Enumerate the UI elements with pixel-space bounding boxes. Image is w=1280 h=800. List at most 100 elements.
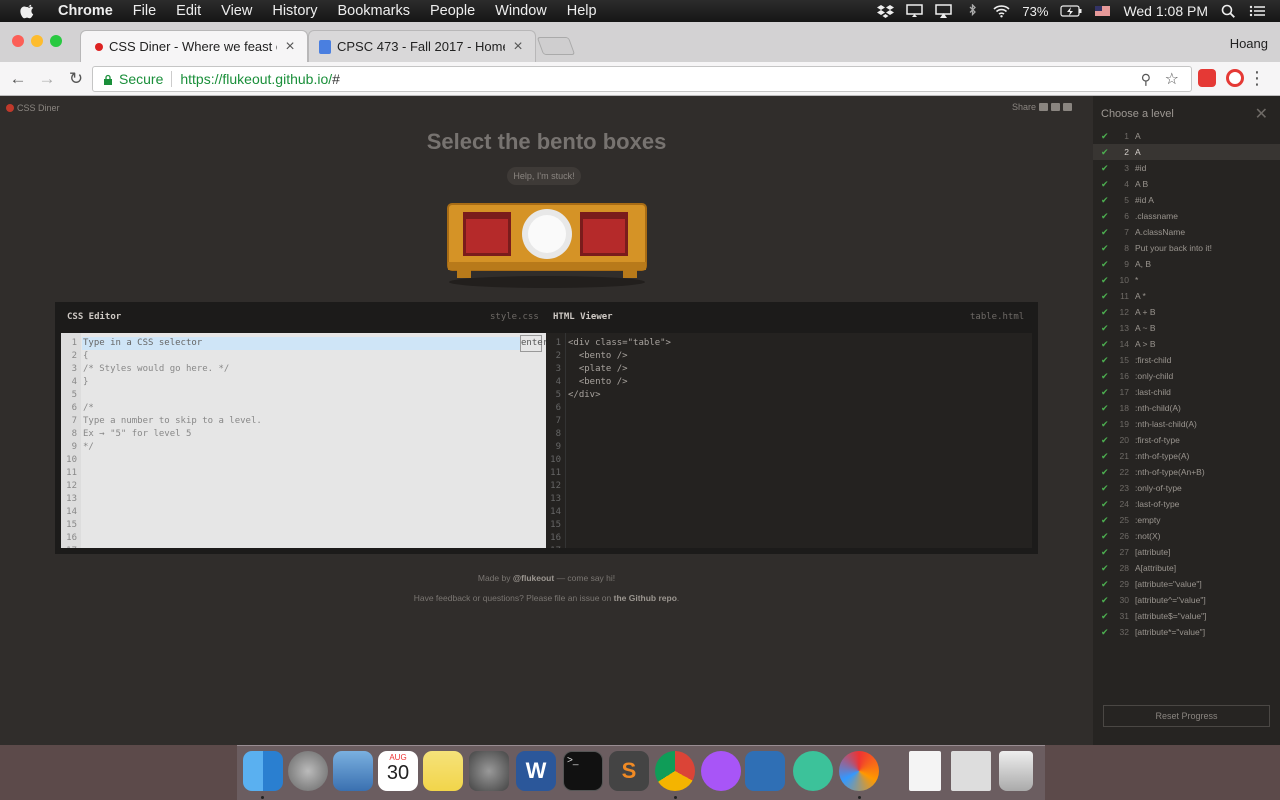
level-item[interactable]: ✔ 6 .classname: [1093, 208, 1280, 224]
dropbox-icon[interactable]: [877, 4, 895, 18]
level-item[interactable]: ✔ 7 A.className: [1093, 224, 1280, 240]
chrome-menu-icon[interactable]: ⋮: [1248, 68, 1266, 89]
level-item[interactable]: ✔ 20:first-of-type: [1093, 432, 1280, 448]
level-item[interactable]: ✔ 15:first-child: [1093, 352, 1280, 368]
level-item[interactable]: ✔ 19:nth-last-child(A): [1093, 416, 1280, 432]
level-item[interactable]: ✔ 13 A ~ B: [1093, 320, 1280, 336]
help-button[interactable]: Help, I'm stuck!: [507, 167, 581, 185]
facebook-icon[interactable]: [1051, 103, 1061, 111]
logo[interactable]: CSS Diner: [6, 103, 60, 113]
level-item[interactable]: ✔ 2 A: [1093, 144, 1280, 160]
display-icon[interactable]: [906, 4, 924, 18]
apple-icon[interactable]: [18, 2, 38, 20]
document-icon[interactable]: [909, 751, 941, 791]
menubar-clock[interactable]: Wed 1:08 PM: [1123, 3, 1208, 19]
level-item[interactable]: ✔ 18:nth-child(A): [1093, 400, 1280, 416]
level-item[interactable]: ✔ 9 A, B: [1093, 256, 1280, 272]
atom-icon[interactable]: [793, 751, 833, 791]
screenshot-icon[interactable]: [951, 751, 991, 791]
zoom-icon[interactable]: ⚲: [1141, 71, 1151, 88]
level-item[interactable]: ✔ 3 #id: [1093, 160, 1280, 176]
twitter-icon[interactable]: [1063, 103, 1073, 111]
spotlight-search-icon[interactable]: [1220, 4, 1237, 18]
level-item[interactable]: ✔ 29 [attribute="value"]: [1093, 576, 1280, 592]
menu-view[interactable]: View: [211, 3, 262, 19]
address-bar[interactable]: Secure https://flukeout.github.io/# ⚲ ☆: [92, 66, 1192, 92]
profile-name[interactable]: Hoang: [1230, 36, 1268, 51]
terminal-icon[interactable]: >_: [563, 751, 603, 791]
menu-history[interactable]: History: [262, 3, 327, 19]
level-item[interactable]: ✔ 21:nth-of-type(A): [1093, 448, 1280, 464]
level-item[interactable]: ✔ 24:last-of-type: [1093, 496, 1280, 512]
menu-people[interactable]: People: [420, 3, 485, 19]
extension-icon[interactable]: [1198, 69, 1216, 87]
system-preferences-icon[interactable]: [469, 751, 509, 791]
bookmark-star-icon[interactable]: ☆: [1165, 69, 1179, 89]
email-icon[interactable]: [1039, 103, 1049, 111]
level-item[interactable]: ✔ 1 A: [1093, 128, 1280, 144]
level-item[interactable]: ✔ 10 *: [1093, 272, 1280, 288]
level-item[interactable]: ✔ 5 #id A: [1093, 192, 1280, 208]
macos-installer-icon[interactable]: [839, 751, 879, 791]
opera-extension-icon[interactable]: [1226, 69, 1244, 87]
chrome-icon[interactable]: [655, 751, 695, 791]
level-item[interactable]: ✔ 25:empty: [1093, 512, 1280, 528]
close-tab-icon[interactable]: ×: [511, 38, 525, 56]
menu-help[interactable]: Help: [557, 3, 607, 19]
menu-app-chrome[interactable]: Chrome: [48, 3, 123, 19]
close-sidebar-icon[interactable]: ✕: [1255, 104, 1268, 124]
enter-button[interactable]: enter: [520, 335, 548, 352]
minimize-window-button[interactable]: [31, 35, 43, 47]
reset-progress-button[interactable]: Reset Progress: [1103, 705, 1270, 727]
word-icon[interactable]: W: [516, 751, 556, 791]
us-flag-icon[interactable]: [1094, 4, 1111, 18]
notes-icon[interactable]: [423, 751, 463, 791]
new-tab-button[interactable]: [536, 37, 576, 55]
close-window-button[interactable]: [12, 35, 24, 47]
notification-center-icon[interactable]: [1249, 4, 1266, 18]
level-item[interactable]: ✔ 12 A + B: [1093, 304, 1280, 320]
trash-icon[interactable]: [999, 751, 1033, 791]
css-editor[interactable]: 1 2 3 4 5 6 7 8 9 10 11 12 13 14 15 16 1…: [61, 333, 546, 548]
calendar-icon[interactable]: AUG 30: [378, 751, 418, 791]
level-item[interactable]: ✔ 11 A *: [1093, 288, 1280, 304]
tab-css-diner[interactable]: CSS Diner - Where we feast on CSS select…: [80, 30, 308, 62]
level-item[interactable]: ✔ 4 A B: [1093, 176, 1280, 192]
github-repo-link[interactable]: the Github repo: [614, 593, 677, 603]
virtualbox-icon[interactable]: [745, 751, 785, 791]
close-tab-icon[interactable]: ×: [283, 38, 297, 56]
level-item[interactable]: ✔ 30 [attribute^="value"]: [1093, 592, 1280, 608]
level-item[interactable]: ✔ 16:only-child: [1093, 368, 1280, 384]
launchpad-icon[interactable]: [288, 751, 328, 791]
battery-icon[interactable]: [1060, 4, 1082, 18]
author-link[interactable]: @flukeout: [513, 573, 554, 583]
menu-bookmarks[interactable]: Bookmarks: [327, 3, 420, 19]
reload-icon[interactable]: ↻: [65, 68, 87, 90]
forward-arrow-icon[interactable]: →: [36, 68, 58, 90]
finder-icon[interactable]: [243, 751, 283, 791]
level-item[interactable]: ✔ 28 A[attribute]: [1093, 560, 1280, 576]
level-item[interactable]: ✔ 31 [attribute$="value"]: [1093, 608, 1280, 624]
menu-edit[interactable]: Edit: [166, 3, 211, 19]
level-item[interactable]: ✔ 27 [attribute]: [1093, 544, 1280, 560]
maximize-window-button[interactable]: [50, 35, 62, 47]
menu-window[interactable]: Window: [485, 3, 557, 19]
sublime-text-icon[interactable]: S: [609, 751, 649, 791]
tab-cpsc-473[interactable]: CPSC 473 - Fall 2017 - Homework ×: [308, 30, 536, 62]
level-item[interactable]: ✔ 22:nth-of-type(An+B): [1093, 464, 1280, 480]
bento-box[interactable]: [580, 212, 628, 256]
bluetooth-icon[interactable]: [964, 4, 981, 18]
level-item[interactable]: ✔ 32 [attribute*="value"]: [1093, 624, 1280, 640]
level-item[interactable]: ✔ 26:not(X): [1093, 528, 1280, 544]
back-arrow-icon[interactable]: ←: [7, 68, 29, 90]
html-code[interactable]: <div class="table"> <bento /> <plate /> …: [568, 337, 671, 402]
level-item[interactable]: ✔ 14 A > B: [1093, 336, 1280, 352]
wifi-icon[interactable]: [993, 4, 1010, 18]
menu-file[interactable]: File: [123, 3, 166, 19]
bento-box[interactable]: [463, 212, 511, 256]
level-item[interactable]: ✔ 8 Put your back into it!: [1093, 240, 1280, 256]
plate[interactable]: [522, 209, 572, 259]
airplay-icon[interactable]: [935, 4, 953, 18]
level-item[interactable]: ✔ 23:only-of-type: [1093, 480, 1280, 496]
mail-icon[interactable]: [333, 751, 373, 791]
